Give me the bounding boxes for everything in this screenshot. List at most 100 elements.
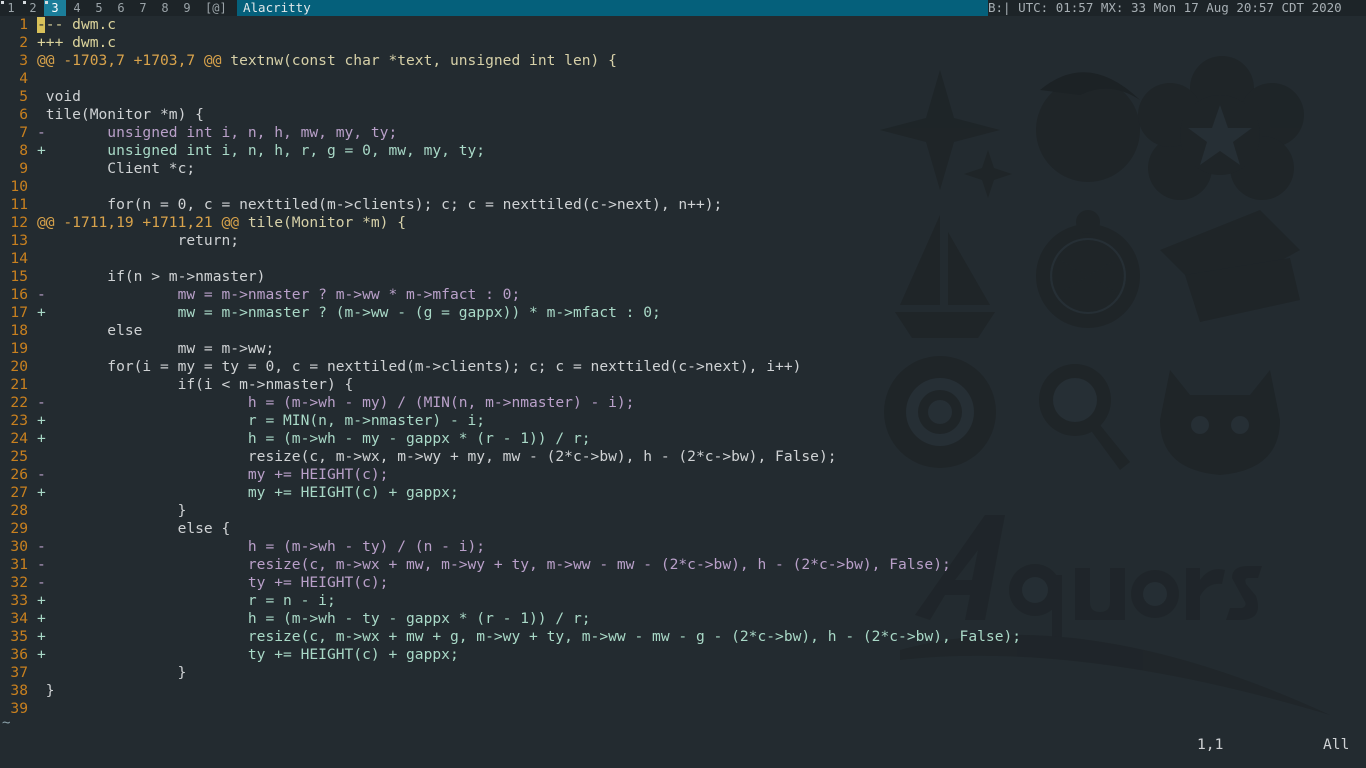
line-number: 4 xyxy=(19,70,28,87)
line-code: - h = (m->wh - my) / (MIN(n, m->nmaster)… xyxy=(37,394,634,412)
workspace-tag-label: 8 xyxy=(161,1,169,15)
workspace-tag-8[interactable]: 8 xyxy=(154,0,176,16)
line-number: 12 xyxy=(10,214,28,231)
workspace-tag-label: 2 xyxy=(29,1,37,15)
line-number: 26 xyxy=(10,466,28,483)
diff-text: + h = (m->wh - ty - gappx * (r - 1)) / r… xyxy=(37,610,591,627)
line-code: +++ dwm.c xyxy=(37,34,116,52)
diff-text: - resize(c, m->wx + mw, m->wy + ty, m->w… xyxy=(37,556,951,573)
line-code: void xyxy=(37,88,81,106)
diff-text: - h = (m->wh - my) / (MIN(n, m->nmaster)… xyxy=(37,394,635,411)
diff-text: } xyxy=(37,682,55,699)
line-code: + unsigned int i, n, h, r, g = 0, mw, my… xyxy=(37,142,485,160)
line-code: --- dwm.c xyxy=(37,16,116,34)
line-code: Client *c; xyxy=(37,160,195,178)
workspace-tag-label: 1 xyxy=(7,1,15,15)
diff-text: - mw = m->nmaster ? m->ww * m->mfact : 0… xyxy=(37,286,521,303)
hunk-function-context: textnw(const char *text, unsigned int le… xyxy=(221,52,617,69)
line-code: for(i = my = ty = 0, c = nexttiled(m->cl… xyxy=(37,358,801,376)
line-code: else { xyxy=(37,520,231,538)
diff-text: + resize(c, m->wx + mw + g, m->wy + ty, … xyxy=(37,628,1022,645)
workspace-tag-5[interactable]: 5 xyxy=(88,0,110,16)
diff-text: return; xyxy=(37,232,240,249)
aqours-logo xyxy=(900,515,1330,715)
diff-text: +++ dwm.c xyxy=(37,34,117,51)
spiral-flower-emblem xyxy=(884,356,996,468)
line-code: + r = MIN(n, m->nmaster) - i; xyxy=(37,412,485,430)
workspace-tag-9[interactable]: 9 xyxy=(176,0,198,16)
diff-text: + unsigned int i, n, h, r, g = 0, mw, my… xyxy=(37,142,486,159)
workspace-tag-3[interactable]: 3 xyxy=(44,0,66,16)
line-number: 11 xyxy=(10,196,28,213)
line-number: 9 xyxy=(19,160,28,177)
line-code: + r = n - i; xyxy=(37,592,336,610)
diff-text: resize(c, m->wx, m->wy + my, mw - (2*c->… xyxy=(37,448,837,465)
line-code: tile(Monitor *m) { xyxy=(37,106,204,124)
status-text: B:| UTC: 01:57 MX: 33 Mon 17 Aug 20:57 C… xyxy=(988,0,1342,15)
hunk-function-context: tile(Monitor *m) { xyxy=(239,214,407,231)
sparkle-emblem xyxy=(880,70,1012,198)
line-number: 32 xyxy=(10,574,28,591)
line-number: 25 xyxy=(10,448,28,465)
workspace-tag-1[interactable]: 1 xyxy=(0,0,22,16)
line-number: 27 xyxy=(10,484,28,501)
line-code: } xyxy=(37,664,187,682)
line-code: - h = (m->wh - ty) / (n - i); xyxy=(37,538,485,556)
window-title: Alacritty xyxy=(237,0,988,16)
cursor-char: - xyxy=(37,16,46,33)
line-number: 2 xyxy=(19,34,28,51)
line-number: 24 xyxy=(10,430,28,447)
workspace-tag-label: 7 xyxy=(139,1,147,15)
line-code: else xyxy=(37,322,142,340)
line-code: - my += HEIGHT(c); xyxy=(37,466,388,484)
line-code: + h = (m->wh - ty - gappx * (r - 1)) / r… xyxy=(37,610,591,628)
line-code: return; xyxy=(37,232,240,250)
diff-text: Client *c; xyxy=(37,160,196,177)
workspace-tag-6[interactable]: 6 xyxy=(110,0,132,16)
line-code: + ty += HEIGHT(c) + gappx; xyxy=(37,646,459,664)
line-number: 38 xyxy=(10,682,28,699)
line-number: 18 xyxy=(10,322,28,339)
line-code: - mw = m->nmaster ? m->ww * m->mfact : 0… xyxy=(37,286,520,304)
line-number: 13 xyxy=(10,232,28,249)
line-code: resize(c, m->wx, m->wy + my, mw - (2*c->… xyxy=(37,448,837,466)
magnifier-candy-emblem xyxy=(1039,364,1130,470)
workspace-tag-label: 5 xyxy=(95,1,103,15)
line-number: 7 xyxy=(19,124,28,141)
line-code: + resize(c, m->wx + mw + g, m->wy + ty, … xyxy=(37,628,1021,646)
workspace-tag-4[interactable]: 4 xyxy=(66,0,88,16)
diff-text: + my += HEIGHT(c) + gappx; xyxy=(37,484,459,501)
diff-text: for(i = my = ty = 0, c = nexttiled(m->cl… xyxy=(37,358,802,375)
line-number: 37 xyxy=(10,664,28,681)
workspace-tag-7[interactable]: 7 xyxy=(132,0,154,16)
line-number: 19 xyxy=(10,340,28,357)
scroll-position: All xyxy=(1323,736,1350,753)
desktop-screen: 123456789 [@] Alacritty B:| UTC: 01:57 M… xyxy=(0,0,1366,768)
workspace-tag-label: 9 xyxy=(183,1,191,15)
line-code: - unsigned int i, n, h, mw, my, ty; xyxy=(37,124,397,142)
diff-text: if(i < m->nmaster) { xyxy=(37,376,354,393)
diff-text: --- dwm.c xyxy=(37,16,116,33)
line-code: mw = m->ww; xyxy=(37,340,275,358)
line-code: if(i < m->nmaster) { xyxy=(37,376,354,394)
empty-line-marker: ~ xyxy=(2,715,11,731)
diff-text: else { xyxy=(37,520,231,537)
diff-text: + mw = m->nmaster ? (m->ww - (g = gappx)… xyxy=(37,304,661,321)
line-number: 17 xyxy=(10,304,28,321)
line-code: + h = (m->wh - my - gappx * (r - 1)) / r… xyxy=(37,430,591,448)
diff-text: } xyxy=(37,664,187,681)
line-number: 31 xyxy=(10,556,28,573)
layout-indicator[interactable]: [@] xyxy=(205,0,233,16)
diff-text: + h = (m->wh - my - gappx * (r - 1)) / r… xyxy=(37,430,591,447)
line-code: - ty += HEIGHT(c); xyxy=(37,574,388,592)
diff-text: - h = (m->wh - ty) / (n - i); xyxy=(37,538,486,555)
line-number: 3 xyxy=(19,52,28,69)
workspace-tag-label: 4 xyxy=(73,1,81,15)
line-number: 22 xyxy=(10,394,28,411)
line-number: 14 xyxy=(10,250,28,267)
diff-text: - unsigned int i, n, h, mw, my, ty; xyxy=(37,124,398,141)
line-number: 6 xyxy=(19,106,28,123)
line-number: 15 xyxy=(10,268,28,285)
line-code: + my += HEIGHT(c) + gappx; xyxy=(37,484,459,502)
workspace-tag-2[interactable]: 2 xyxy=(22,0,44,16)
